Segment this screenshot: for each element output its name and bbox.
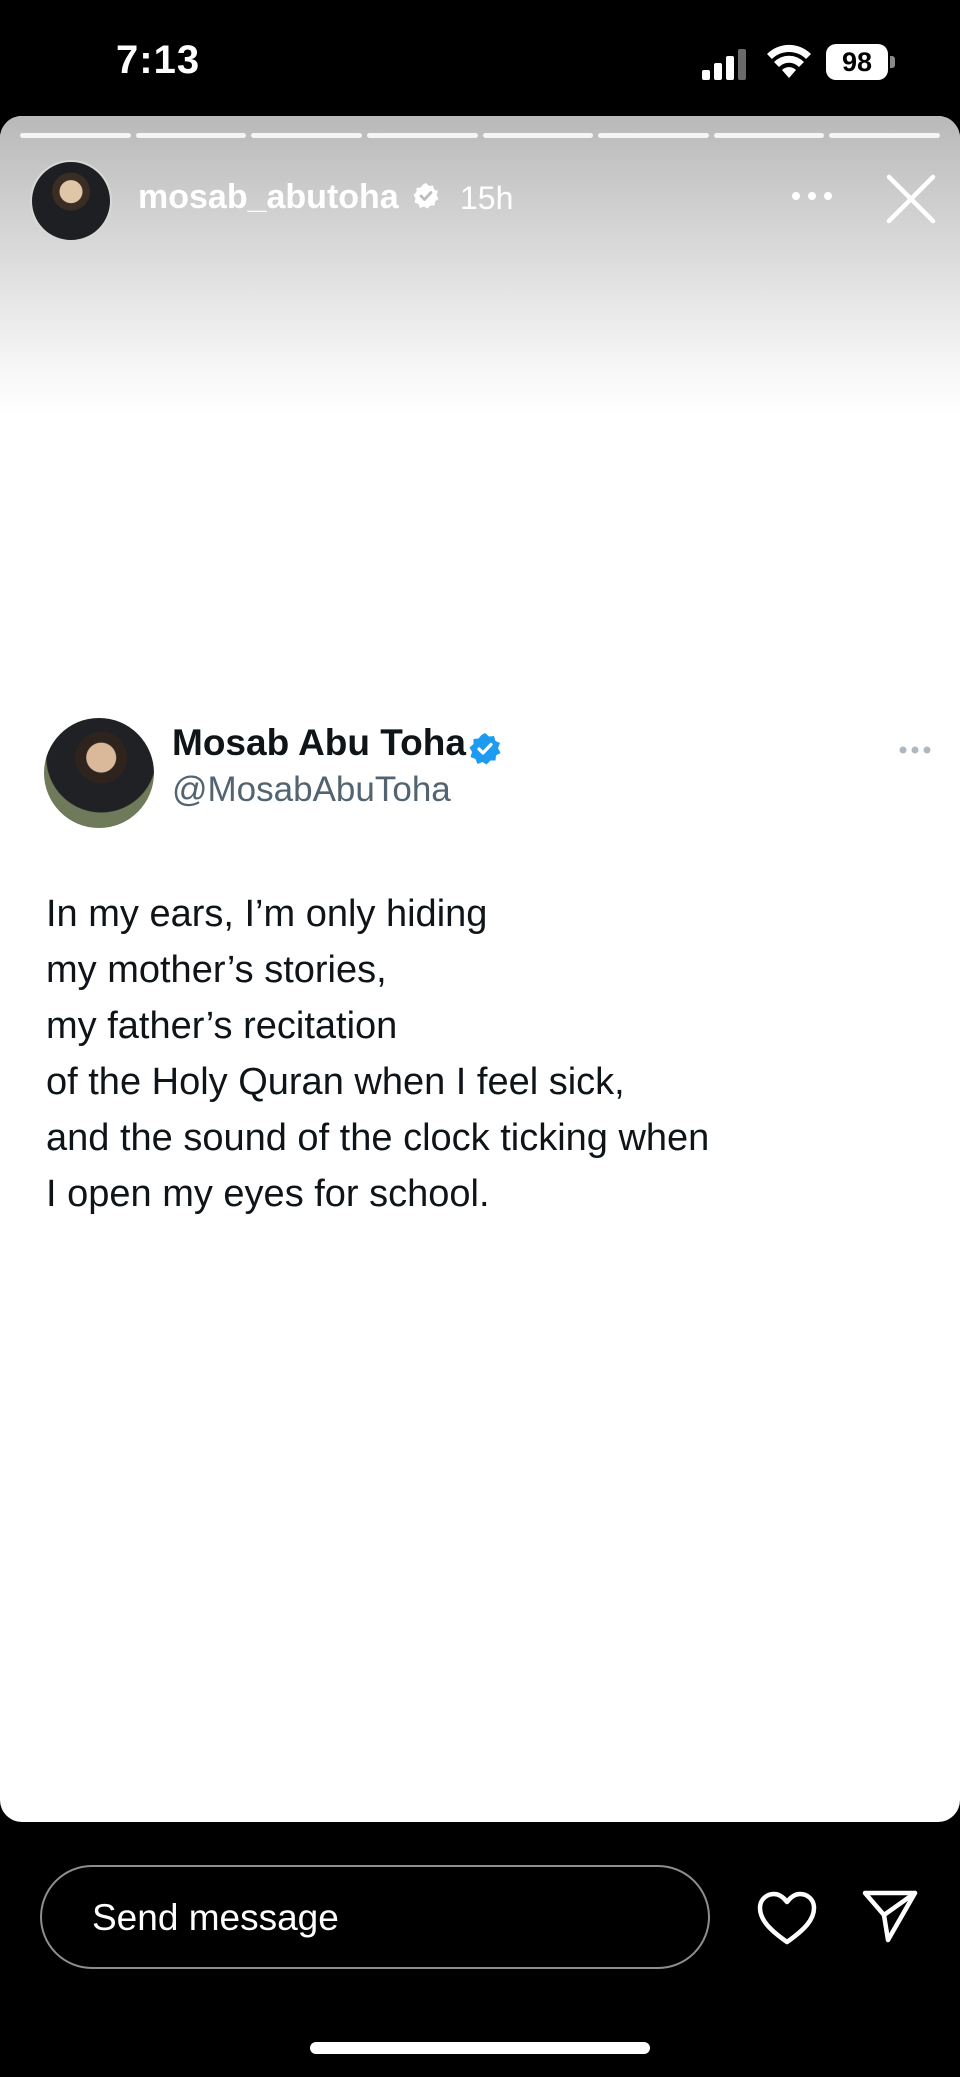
tweet-text: In my ears, I’m only hiding my mother’s … xyxy=(46,886,906,1222)
send-icon[interactable] xyxy=(862,1888,918,1944)
tweet-avatar xyxy=(44,718,154,828)
home-indicator xyxy=(310,2042,650,2054)
tweet-line: In my ears, I’m only hiding xyxy=(46,893,488,935)
tweet-author-handle: @MosabAbuToha xyxy=(172,770,451,809)
tweet-line: and the sound of the clock ticking when xyxy=(46,1117,710,1159)
tweet-line: I open my eyes for school. xyxy=(46,1173,490,1215)
status-time: 7:13 xyxy=(116,38,201,82)
verified-badge-icon xyxy=(469,733,501,765)
heart-icon[interactable] xyxy=(756,1890,818,1946)
battery-level: 98 xyxy=(826,44,888,80)
wifi-icon xyxy=(767,44,811,78)
status-bar: 7:13 98 xyxy=(0,0,960,116)
tweet-more-icon xyxy=(899,746,931,754)
story-viewer[interactable]: mosab_abutoha 15h Mosab Abu Toha @MosabA… xyxy=(0,116,960,1822)
signal-icon xyxy=(702,49,746,80)
tweet-line: of the Holy Quran when I feel sick, xyxy=(46,1061,625,1103)
tweet-line: my mother’s stories, xyxy=(46,949,387,991)
tweet-author-name: Mosab Abu Toha xyxy=(172,722,466,763)
tweet-line: my father’s recitation xyxy=(46,1005,398,1047)
battery-tip xyxy=(890,56,895,68)
send-message-input[interactable]: Send message xyxy=(40,1865,710,1969)
send-message-placeholder: Send message xyxy=(92,1897,339,1938)
battery-icon: 98 xyxy=(826,44,896,80)
tweet-card: Mosab Abu Toha @MosabAbuToha In my ears,… xyxy=(0,116,960,1822)
